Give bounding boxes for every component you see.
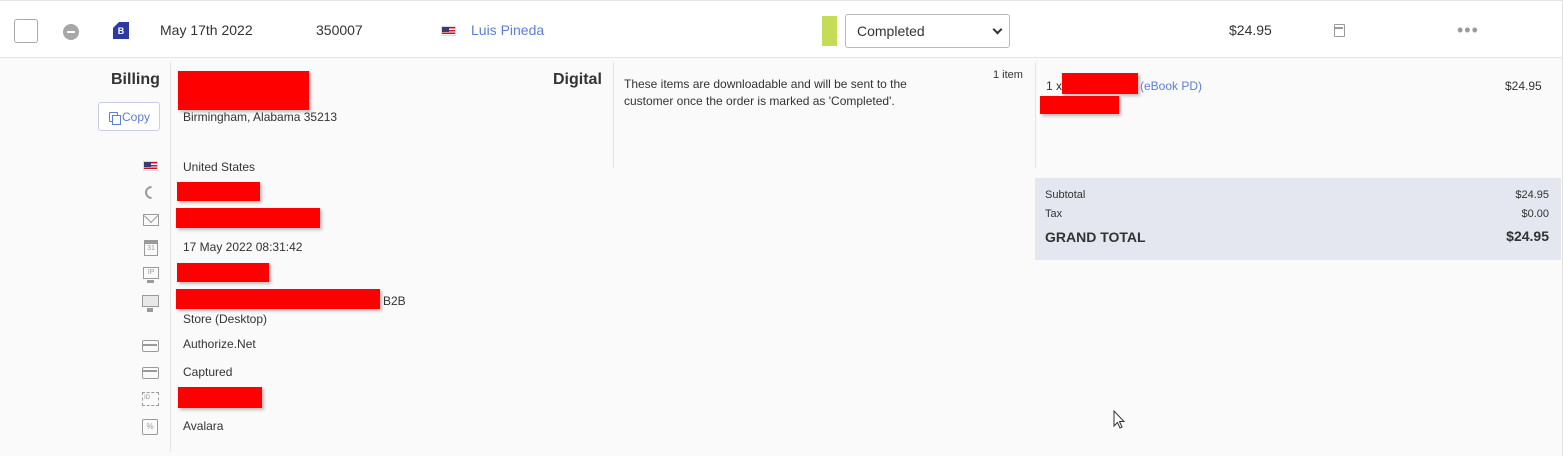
us-flag-icon: [441, 26, 456, 36]
redacted-email: [176, 208, 320, 228]
order-row[interactable]: B May 17th 2022 350007 Luis Pineda Compl…: [0, 0, 1563, 58]
subtotal-label: Subtotal: [1045, 189, 1086, 201]
tax-icon: %: [142, 419, 158, 435]
date-icon: 31: [144, 240, 158, 256]
order-number[interactable]: 350007: [316, 22, 363, 38]
order-status-value: Completed: [857, 23, 925, 39]
item-count: 1 item: [993, 69, 1023, 81]
order-totals-box: Subtotal $24.95 Tax $0.00 GRAND TOTAL $2…: [1035, 178, 1561, 260]
customer-name-link[interactable]: Luis Pineda: [471, 22, 544, 38]
redacted-phone: [177, 182, 260, 201]
line-item-price: $24.95: [1505, 79, 1542, 93]
id-icon: ID: [142, 392, 159, 406]
subtotal-value: $24.95: [1515, 189, 1549, 201]
channel-suffix: B2B: [383, 294, 406, 308]
order-details-panel: Billing Copy Birmingham, Alabama 35213 U…: [0, 58, 1563, 456]
order-date: May 17th 2022: [160, 22, 253, 38]
phone-icon: [142, 183, 161, 202]
redacted-product-name: [1062, 73, 1138, 94]
email-icon: [143, 214, 159, 226]
grand-total-label: GRAND TOTAL: [1045, 229, 1146, 245]
chevron-down-icon: [992, 24, 1003, 35]
redacted-name: [178, 71, 309, 110]
copy-button[interactable]: Copy: [98, 102, 160, 131]
store-type: Store (Desktop): [183, 312, 268, 326]
ip-icon: IP: [143, 267, 159, 283]
order-status-select[interactable]: Completed: [845, 14, 1010, 48]
row-checkbox[interactable]: [14, 19, 38, 43]
copy-icon: [109, 112, 121, 125]
line-item-product-link[interactable]: (eBook PD): [1140, 79, 1202, 93]
items-divider: [1035, 62, 1036, 168]
tax-label: Tax: [1045, 208, 1063, 220]
billing-address: Birmingham, Alabama 35213: [183, 110, 338, 124]
redacted-transaction-id: [178, 387, 262, 408]
collapse-icon[interactable]: [63, 24, 79, 40]
redacted-ip: [177, 263, 269, 282]
payment-status: Captured: [183, 365, 233, 379]
order-created-date: 17 May 2022 08:31:42: [183, 240, 303, 254]
calendar-icon[interactable]: [1334, 24, 1345, 37]
status-color-swatch: [822, 16, 837, 46]
country-flag-icon: [143, 161, 158, 171]
tax-provider: Avalara: [183, 419, 224, 433]
desktop-icon: [142, 295, 159, 312]
grand-total-value: $24.95: [1506, 228, 1549, 244]
redacted-product-detail: [1040, 96, 1119, 114]
billing-country: United States: [183, 160, 256, 174]
more-icon[interactable]: •••: [1457, 21, 1479, 39]
tax-value: $0.00: [1521, 208, 1549, 220]
digital-heading: Digital: [553, 71, 602, 88]
b2b-badge-icon: B: [113, 22, 129, 39]
redacted-channel: [176, 289, 380, 309]
billing-heading: Billing: [111, 71, 160, 88]
credit-card-icon: [142, 340, 159, 352]
digital-divider: [613, 62, 614, 168]
copy-label: Copy: [122, 110, 151, 124]
payment-gateway: Authorize.Net: [183, 337, 256, 351]
digital-description: These items are downloadable and will be…: [624, 77, 907, 108]
payment-status-icon: [142, 367, 159, 379]
line-item-quantity: 1 x: [1046, 79, 1063, 93]
billing-divider: [170, 62, 171, 452]
order-total: $24.95: [1229, 22, 1272, 38]
